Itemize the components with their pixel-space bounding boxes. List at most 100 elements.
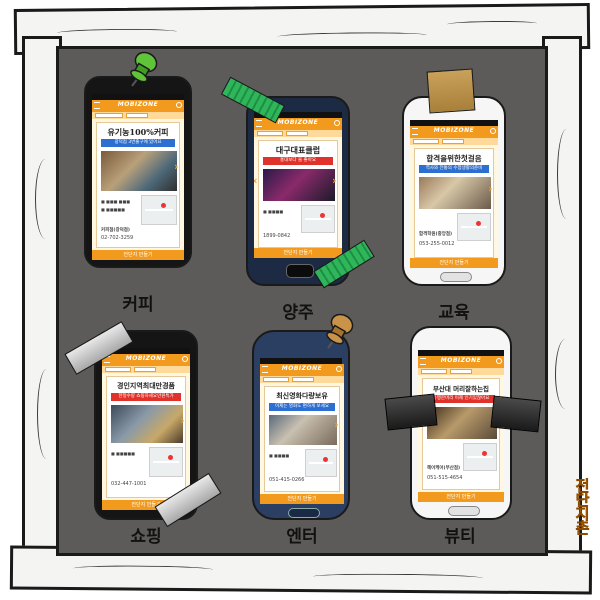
phone-screen: MOBIZONE 대구대표클럽 홍대보다 물 좋아요 ■ ■■■■ 1899-0…	[254, 118, 342, 258]
tab-category[interactable]	[134, 367, 156, 372]
flyer-info-line: ■ ■■■■	[263, 209, 284, 214]
flyer-title: 경인지역최대만경품	[117, 381, 175, 390]
next-arrow-icon[interactable]: ›	[334, 418, 339, 431]
app-brand: MOBIZONE	[277, 119, 319, 126]
tab-region[interactable]	[263, 377, 289, 382]
home-button[interactable]	[440, 272, 472, 282]
make-flyer-button[interactable]: 전단지 만들기	[254, 248, 342, 258]
tab-bar	[102, 366, 190, 373]
flyer-map	[457, 213, 491, 241]
tab-category[interactable]	[442, 139, 464, 144]
tab-region[interactable]	[257, 131, 283, 136]
flyer-card[interactable]: 합격을위한첫걸음 역사와 전통의 수험생활의준비 합격학원(중앙점) 053-2…	[414, 148, 494, 258]
make-flyer-button[interactable]: 전단지 만들기	[418, 492, 504, 502]
make-flyer-button[interactable]: 전단지 만들기	[410, 258, 498, 268]
next-arrow-icon[interactable]: ›	[180, 414, 185, 427]
flyer-store: 헤어케어(부산점)	[427, 466, 461, 471]
make-flyer-button[interactable]: 전단지 만들기	[92, 250, 184, 260]
flyer-card[interactable]: 최신영화다량보유 이제는 영화도 편하게 보세요 ■ ■■■■ 051-415-…	[264, 386, 340, 492]
phone-mockup-entertainment: MOBIZONE 최신영화다량보유 이제는 영화도 편하게 보세요 ■ ■■■■…	[252, 330, 350, 520]
tab-bar	[418, 368, 504, 375]
flyer-phone-number[interactable]: 053-255-0012	[419, 241, 454, 247]
flyer-subtitle: 유행한머리 이제 인기있잖아요	[427, 395, 495, 403]
app-brand: MOBIZONE	[433, 127, 475, 134]
tab-region[interactable]	[413, 139, 439, 144]
flyer-card[interactable]: 경인지역최대만경품 한정수량 쇼핑하세요만원특가 ■ ■■■■■ 032-447…	[106, 376, 186, 498]
refresh-icon[interactable]	[336, 366, 342, 372]
phone-screen: MOBIZONE 최신영화다량보유 이제는 영화도 편하게 보세요 ■ ■■■■…	[260, 364, 344, 504]
black-tape-strip	[384, 393, 438, 431]
brand-logo: 전단지촌	[573, 478, 592, 535]
phone-screen: MOBIZONE 부산대 머리잘하는집 유행한머리 이제 인기있잖아요 헤어케어…	[418, 356, 504, 502]
flyer-info-line: ■ ■■■ ■■■	[101, 199, 130, 204]
app-brand: MOBIZONE	[125, 355, 167, 362]
flyer-map	[463, 443, 497, 471]
flyer-info-line: ■ ■■■■■	[101, 207, 125, 212]
app-header: MOBIZONE	[410, 126, 498, 138]
refresh-icon[interactable]	[334, 120, 340, 126]
refresh-icon[interactable]	[182, 356, 188, 362]
home-button[interactable]	[286, 264, 314, 278]
flyer-photo	[263, 169, 335, 201]
green-pushpin-icon	[130, 51, 158, 87]
flyer-phone-number[interactable]: 1899-0842	[263, 233, 290, 239]
black-tape-strip	[490, 395, 542, 433]
tab-region[interactable]	[421, 369, 447, 374]
flyer-subtitle: 역사와 전통의 수험생활의준비	[419, 165, 489, 173]
flyer-card[interactable]: 대구대표클럽 홍대보다 물 좋아요 ■ ■■■■ 1899-0842	[258, 140, 338, 248]
tab-category[interactable]	[292, 377, 314, 382]
flyer-card[interactable]: 유기농100%커피 광덕점 3번출구에 있어요 ■ ■■■ ■■■ ■ ■■■■…	[96, 122, 180, 248]
flyer-phone-number[interactable]: 051-515-4654	[427, 475, 462, 481]
flyer-photo	[269, 415, 337, 445]
flyer-subtitle: 한정수량 쇼핑하세요만원특가	[111, 393, 181, 401]
home-button[interactable]	[288, 508, 320, 518]
phone-screen: MOBIZONE 경인지역최대만경품 한정수량 쇼핑하세요만원특가 ■ ■■■■…	[102, 354, 190, 510]
flyer-title: 최신영화다량보유	[276, 391, 328, 400]
flyer-info-line: ■ ■■■■■	[111, 451, 135, 456]
flyer-title: 합격을위한첫걸음	[426, 154, 482, 163]
tab-region[interactable]	[105, 367, 131, 372]
tab-bar	[92, 112, 184, 119]
flyer-photo	[427, 407, 497, 439]
tab-category[interactable]	[450, 369, 472, 374]
phone-screen: MOBIZONE 유기농100%커피 광덕점 3번출구에 있어요 ■ ■■■ ■…	[92, 100, 184, 260]
tab-category[interactable]	[126, 113, 148, 118]
phone-screen: MOBIZONE 합격을위한첫걸음 역사와 전통의 수험생활의준비 합격학원(중…	[410, 126, 498, 268]
flyer-phone-number[interactable]: 032-447-1001	[111, 481, 146, 487]
tab-bar	[410, 138, 498, 145]
flyer-subtitle: 광덕점 3번출구에 있어요	[101, 139, 175, 147]
flyer-store: 커피점(광덕점)	[101, 228, 130, 233]
app-brand: MOBIZONE	[440, 357, 482, 364]
phone-mockup-coffee: MOBIZONE 유기농100%커피 광덕점 3번출구에 있어요 ■ ■■■ ■…	[84, 76, 192, 268]
next-arrow-icon[interactable]: ›	[174, 160, 179, 173]
app-header: MOBIZONE	[418, 356, 504, 368]
app-header: MOBIZONE	[92, 100, 184, 112]
make-flyer-button[interactable]: 전단지 만들기	[260, 494, 344, 504]
app-header: MOBIZONE	[260, 364, 344, 376]
refresh-icon[interactable]	[176, 102, 182, 108]
refresh-icon[interactable]	[496, 358, 502, 364]
next-arrow-icon[interactable]: ›	[332, 174, 337, 187]
flyer-photo	[111, 405, 183, 443]
flyer-map	[149, 447, 183, 477]
flyer-subtitle: 홍대보다 물 좋아요	[263, 157, 333, 165]
flyer-map	[141, 195, 177, 225]
tab-category[interactable]	[286, 131, 308, 136]
home-button[interactable]	[448, 506, 480, 516]
brown-tape-strip	[426, 68, 476, 114]
tab-bar	[260, 376, 344, 383]
flyer-map	[305, 449, 337, 477]
prev-arrow-icon[interactable]: ‹	[254, 174, 258, 187]
flyer-phone-number[interactable]: 051-415-0266	[269, 477, 304, 483]
refresh-icon[interactable]	[490, 128, 496, 134]
flyer-title: 유기농100%커피	[107, 127, 169, 137]
app-brand: MOBIZONE	[117, 101, 159, 108]
category-label-coffee: 커피	[122, 295, 154, 315]
flyer-subtitle: 이제는 영화도 편하게 보세요	[269, 403, 335, 411]
flyer-store: 합격학원(중앙점)	[419, 232, 453, 237]
flyer-map	[301, 205, 335, 233]
next-arrow-icon[interactable]: ›	[488, 182, 493, 195]
category-label-liquor: 양주	[282, 303, 314, 323]
tab-region[interactable]	[95, 113, 123, 118]
flyer-phone-number[interactable]: 02-702-3259	[101, 235, 133, 241]
